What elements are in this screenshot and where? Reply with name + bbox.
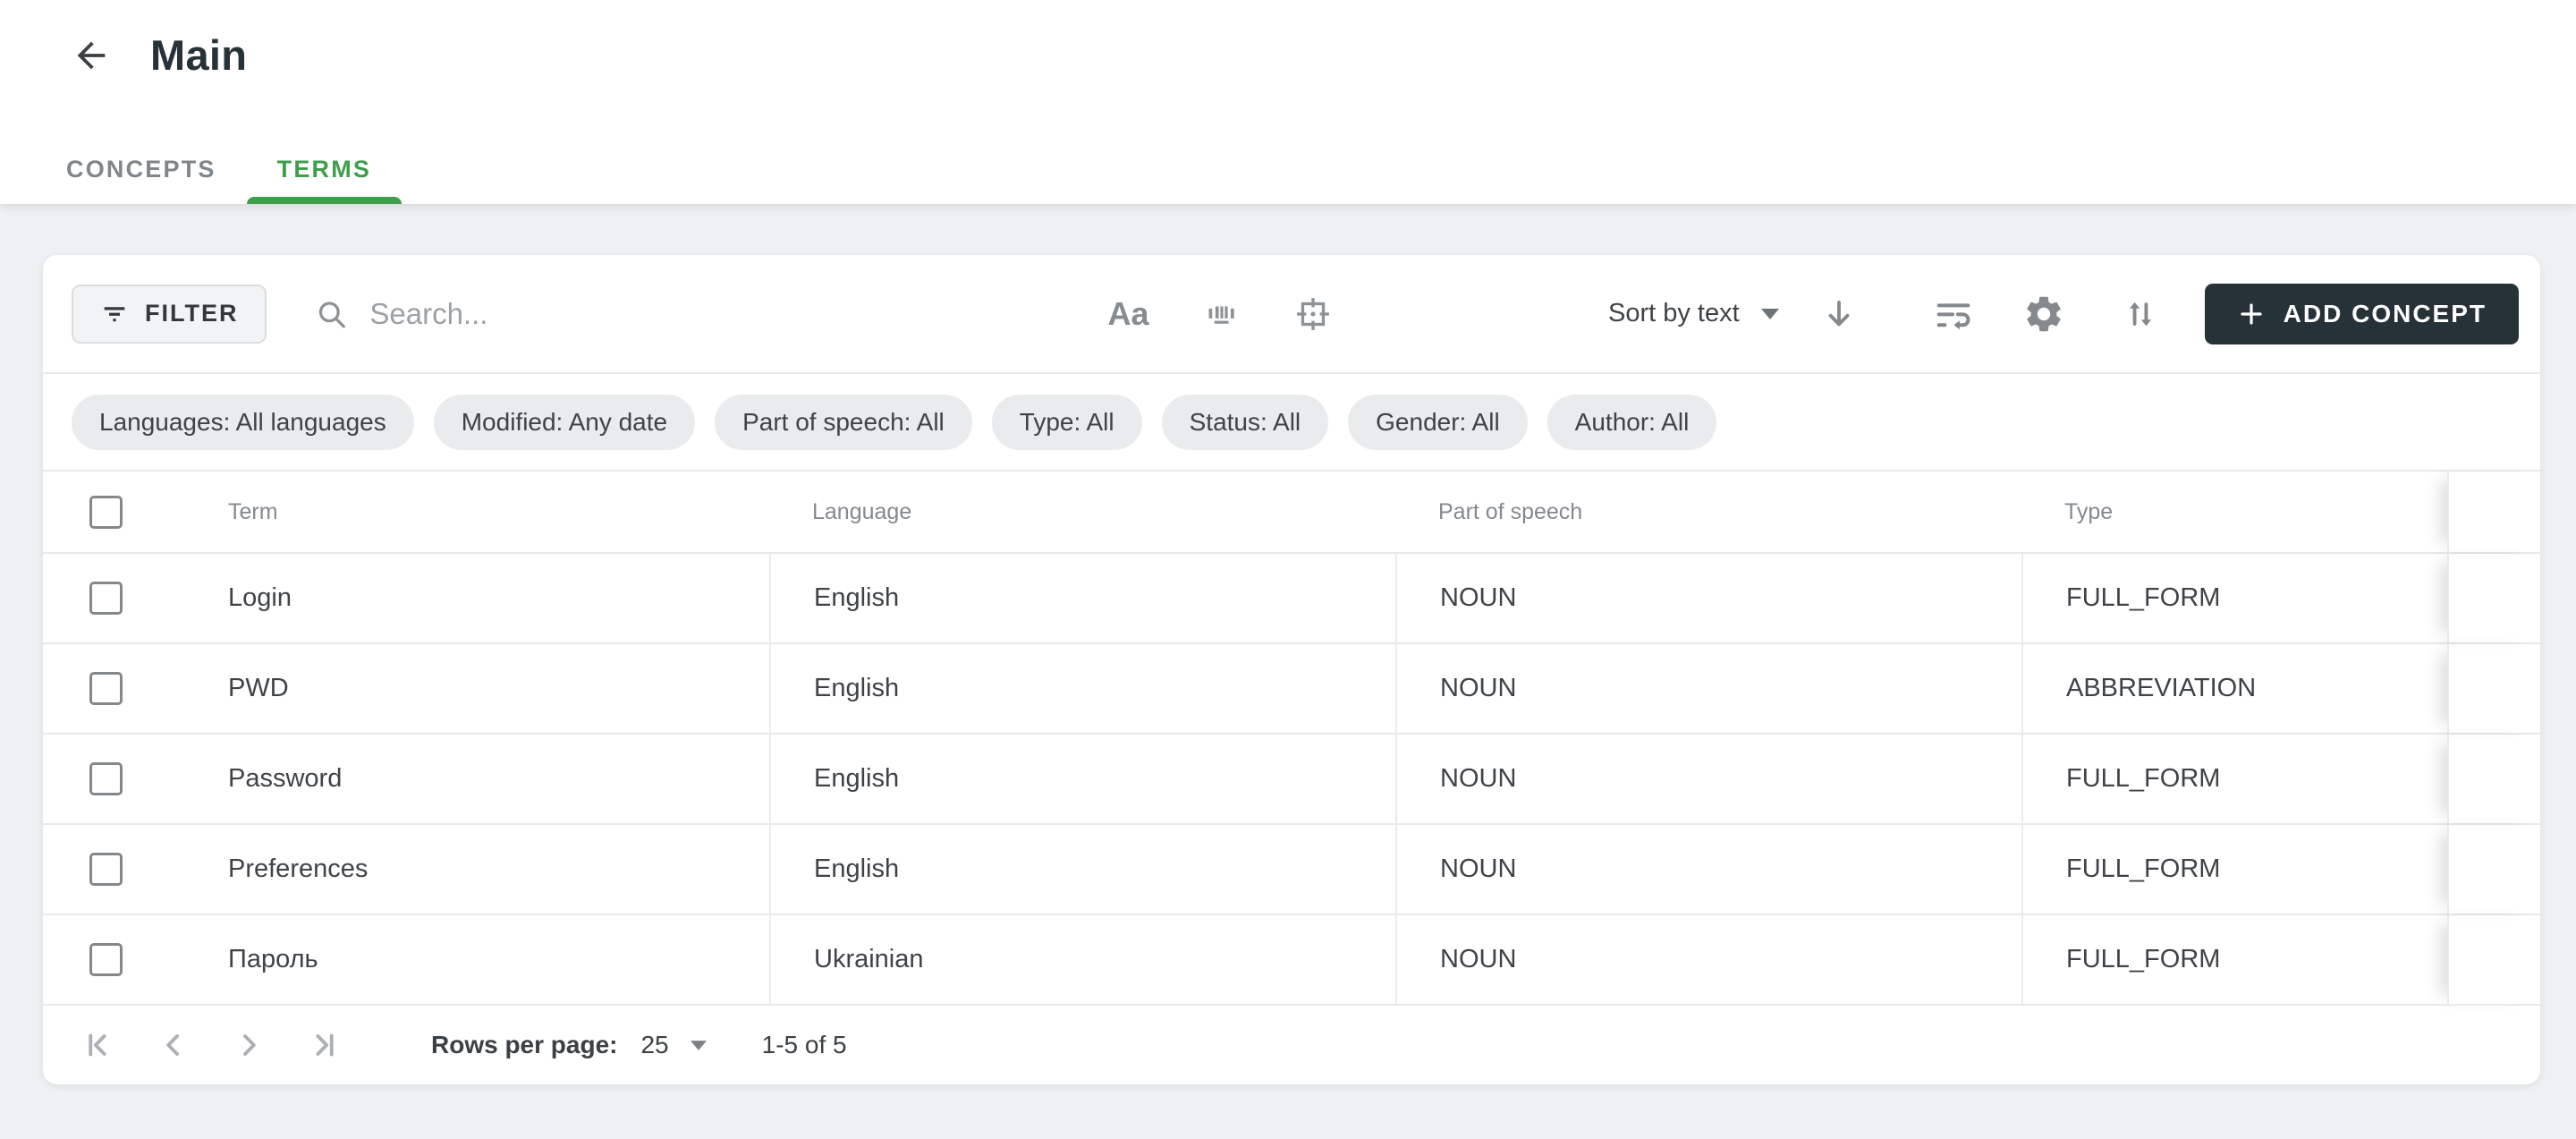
rows-per-page-value[interactable]: 25 — [640, 1031, 668, 1059]
row-checkbox-cell — [43, 644, 177, 733]
title-row: Main — [0, 0, 2576, 80]
chip-status[interactable]: Status: All — [1162, 395, 1329, 450]
chip-modified[interactable]: Modified: Any date — [434, 395, 695, 450]
column-header-language: Language — [769, 472, 1395, 552]
row-checkbox[interactable] — [89, 672, 123, 705]
type-cell: ABBREVIATION — [2021, 644, 2447, 733]
row-checkbox[interactable] — [89, 943, 123, 976]
language-cell: English — [769, 644, 1395, 733]
chip-gender[interactable]: Gender: All — [1348, 395, 1528, 450]
chip-author[interactable]: Author: All — [1547, 395, 1717, 450]
type-cell: FULL_FORM — [2021, 735, 2447, 823]
column-header-part-of-speech: Part of speech — [1395, 472, 2021, 552]
term-cell: Login — [177, 554, 769, 642]
part-of-speech-cell: NOUN — [1395, 825, 2021, 914]
language-cell: English — [769, 825, 1395, 914]
tab-concepts[interactable]: CONCEPTS — [36, 134, 247, 204]
terms-table: Term Language Part of speech Type Login … — [43, 472, 2540, 1004]
barcode-icon[interactable] — [1201, 294, 1241, 334]
content-area: FILTER Aa — [0, 204, 2576, 1139]
chip-type[interactable]: Type: All — [992, 395, 1142, 450]
first-page-icon[interactable] — [79, 1025, 118, 1065]
back-button[interactable] — [70, 34, 113, 77]
term-cell: Пароль — [177, 915, 769, 1004]
table-row[interactable]: PWD English NOUN ABBREVIATION — [43, 642, 2540, 733]
pagination-range: 1-5 of 5 — [762, 1031, 847, 1059]
column-header-type: Type — [2021, 472, 2447, 552]
table-row[interactable]: Password English NOUN FULL_FORM — [43, 733, 2540, 823]
table-header-row: Term Language Part of speech Type — [43, 472, 2540, 552]
pinned-cell — [2447, 644, 2540, 733]
wrap-text-icon[interactable] — [1933, 293, 1974, 335]
pagination-bar: Rows per page: 25 1-5 of 5 — [43, 1004, 2540, 1084]
tab-bar: CONCEPTS TERMS — [36, 134, 402, 204]
prev-page-icon[interactable] — [154, 1025, 193, 1065]
settings-gear-icon[interactable] — [2022, 293, 2065, 336]
search-box — [315, 296, 1021, 332]
chip-languages[interactable]: Languages: All languages — [72, 395, 414, 450]
row-checkbox-cell — [43, 825, 177, 914]
app-header: Main CONCEPTS TERMS — [0, 0, 2576, 204]
swap-vertical-icon[interactable] — [2121, 294, 2160, 334]
term-cell: Password — [177, 735, 769, 823]
pinned-cell — [2447, 825, 2540, 914]
chip-part-of-speech[interactable]: Part of speech: All — [715, 395, 972, 450]
terminology-page: Main CONCEPTS TERMS FILTER — [0, 0, 2576, 1139]
select-all-checkbox[interactable] — [89, 496, 123, 529]
page-title: Main — [150, 30, 247, 80]
row-checkbox[interactable] — [89, 853, 123, 886]
add-concept-label: ADD CONCEPT — [2284, 300, 2487, 328]
language-cell: Ukrainian — [769, 915, 1395, 1004]
filter-chips-row: Languages: All languages Modified: Any d… — [43, 374, 2540, 472]
select-all-cell — [43, 472, 177, 552]
row-checkbox-cell — [43, 554, 177, 642]
row-checkbox-cell — [43, 735, 177, 823]
language-cell: English — [769, 735, 1395, 823]
type-cell: FULL_FORM — [2021, 554, 2447, 642]
pinned-column-header — [2447, 472, 2540, 552]
pinned-cell — [2447, 554, 2540, 642]
tab-terms[interactable]: TERMS — [247, 134, 402, 204]
focus-frame-icon[interactable] — [1292, 293, 1334, 335]
filter-button-label: FILTER — [145, 300, 238, 327]
filter-icon — [100, 300, 129, 328]
terms-card: FILTER Aa — [43, 255, 2540, 1084]
filter-button[interactable]: FILTER — [72, 285, 267, 344]
add-concept-button[interactable]: ADD CONCEPT — [2205, 284, 2519, 344]
search-input[interactable] — [369, 297, 1021, 331]
part-of-speech-cell: NOUN — [1395, 735, 2021, 823]
column-header-term: Term — [177, 472, 769, 552]
toolbar: FILTER Aa — [43, 255, 2540, 374]
pinned-cell — [2447, 735, 2540, 823]
type-cell: FULL_FORM — [2021, 825, 2447, 914]
chevron-down-icon[interactable] — [1761, 309, 1779, 319]
term-cell: Preferences — [177, 825, 769, 914]
table-row[interactable]: Login English NOUN FULL_FORM — [43, 552, 2540, 642]
term-cell: PWD — [177, 644, 769, 733]
search-icon — [315, 296, 348, 332]
part-of-speech-cell: NOUN — [1395, 915, 2021, 1004]
next-page-icon[interactable] — [229, 1025, 268, 1065]
match-case-icon[interactable]: Aa — [1107, 295, 1148, 333]
sort-by-dropdown[interactable]: Sort by text — [1608, 299, 1740, 328]
row-checkbox[interactable] — [89, 582, 123, 615]
part-of-speech-cell: NOUN — [1395, 554, 2021, 642]
rows-per-page-caret-icon[interactable] — [691, 1041, 707, 1050]
last-page-icon[interactable] — [304, 1025, 343, 1065]
search-option-icons: Aa — [1107, 293, 1333, 335]
table-row[interactable]: Preferences English NOUN FULL_FORM — [43, 823, 2540, 914]
part-of-speech-cell: NOUN — [1395, 644, 2021, 733]
language-cell: English — [769, 554, 1395, 642]
rows-per-page-label: Rows per page: — [431, 1031, 617, 1059]
toolbar-right-group: Sort by text — [1608, 284, 2519, 344]
row-checkbox-cell — [43, 915, 177, 1004]
plus-icon — [2237, 300, 2266, 328]
pinned-cell — [2447, 915, 2540, 1004]
sort-direction-icon[interactable] — [1820, 295, 1858, 333]
back-arrow-icon — [71, 35, 112, 76]
table-row[interactable]: Пароль Ukrainian NOUN FULL_FORM — [43, 914, 2540, 1004]
row-checkbox[interactable] — [89, 762, 123, 795]
type-cell: FULL_FORM — [2021, 915, 2447, 1004]
